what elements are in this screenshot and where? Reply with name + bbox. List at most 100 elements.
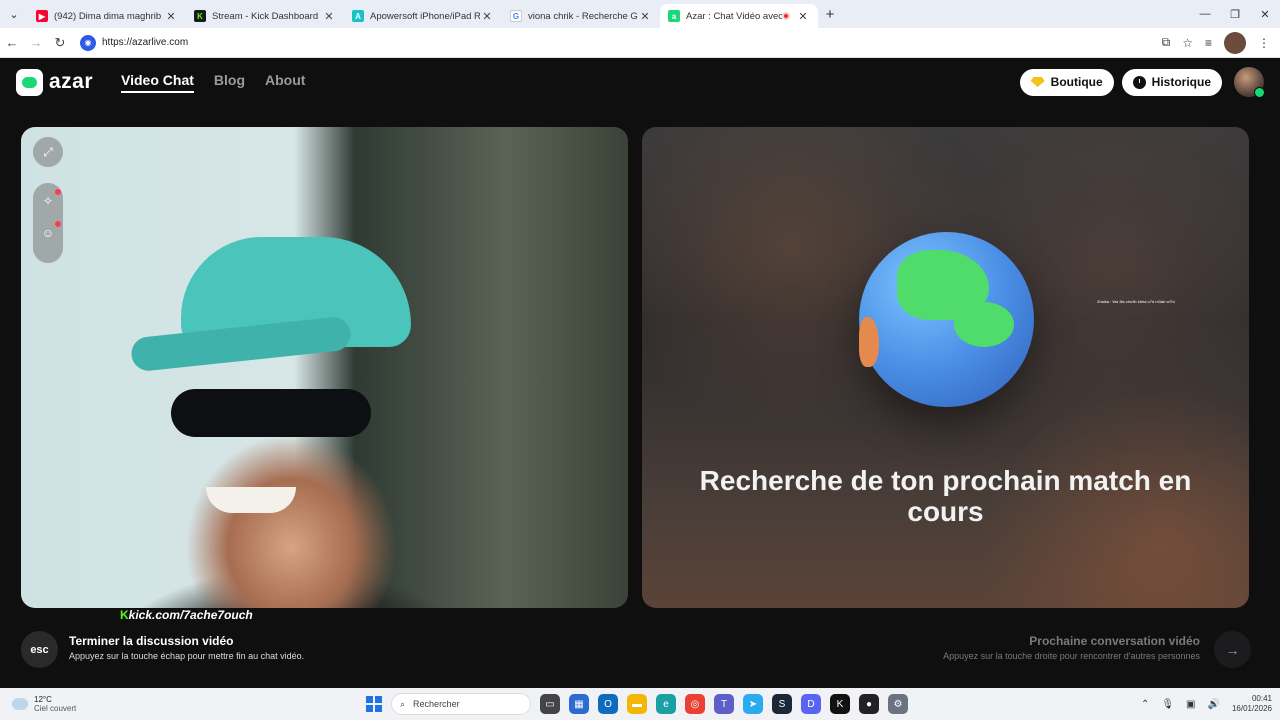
app-icon[interactable]: ▦ <box>569 694 589 714</box>
outlook-icon[interactable]: O <box>598 694 618 714</box>
kick-app-icon[interactable]: K <box>830 694 850 714</box>
windows-start-icon[interactable] <box>366 696 382 712</box>
browser-tab[interactable]: A Apowersoft iPhone/iPad Record ✕ <box>344 4 502 28</box>
end-chat-button[interactable]: esc <box>21 631 58 668</box>
nav-about[interactable]: About <box>265 72 305 93</box>
minimize-icon[interactable]: — <box>1190 0 1220 28</box>
windows-taskbar: 12°C Ciel couvert ⌕ Rechercher ▭ ▦ O ▬ e… <box>0 688 1280 720</box>
user-avatar[interactable] <box>1234 67 1265 98</box>
azar-icon: a <box>668 10 680 22</box>
taskbar-search[interactable]: ⌕ Rechercher <box>391 693 531 715</box>
youtube-icon: ▶ <box>36 10 48 22</box>
close-tab-icon[interactable]: ✕ <box>796 10 810 23</box>
end-chat-hint: Appuyez sur la touche échap pour mettre … <box>69 651 305 661</box>
settings-icon[interactable]: ⚙ <box>888 694 908 714</box>
weather-widget[interactable]: 12°C Ciel couvert <box>0 694 240 713</box>
close-tab-icon[interactable]: ✕ <box>480 10 494 23</box>
azar-logo[interactable]: azar <box>16 68 94 96</box>
expand-video-button[interactable]: ⤢ <box>33 137 63 167</box>
taskbar-clock[interactable]: 00:41 16/01/2026 <box>1232 694 1272 714</box>
telegram-icon[interactable]: ➤ <box>743 694 763 714</box>
obs-icon[interactable]: ● <box>859 694 879 714</box>
expand-icon: ⤢ <box>43 145 53 159</box>
volume-icon[interactable]: 🔊 <box>1208 699 1220 710</box>
boutique-label: Boutique <box>1050 75 1103 89</box>
site-info-icon[interactable]: ◉ <box>80 34 96 51</box>
tray-overflow-icon[interactable]: ⌃ <box>1141 699 1149 710</box>
tab-title: Azar : Chat Vidéo avec de <box>686 10 782 22</box>
taskbar-search-label: Rechercher <box>413 699 460 709</box>
nav-blog[interactable]: Blog <box>214 72 245 93</box>
new-tab-button[interactable]: + <box>818 6 842 23</box>
back-icon[interactable]: ← <box>0 35 24 50</box>
steam-icon[interactable]: S <box>772 694 792 714</box>
tab-title: Stream - Kick Dashboard <box>212 10 319 22</box>
browser-tab[interactable]: G viona chrik - Recherche Google ✕ <box>502 4 660 28</box>
teams-icon[interactable]: T <box>714 694 734 714</box>
azar-logo-icon <box>16 68 43 96</box>
close-tab-icon[interactable]: ✕ <box>164 10 178 23</box>
self-video-panel <box>21 127 628 608</box>
close-tab-icon[interactable]: ✕ <box>322 10 336 23</box>
logo-text: azar <box>49 70 94 93</box>
google-icon: G <box>510 10 522 22</box>
close-tab-icon[interactable]: ✕ <box>638 10 652 23</box>
weather-temp: 12°C <box>34 695 52 704</box>
browser-tab[interactable]: K Stream - Kick Dashboard ✕ <box>186 4 344 28</box>
profile-avatar-icon[interactable] <box>1224 31 1246 54</box>
kick-icon: K <box>194 10 206 22</box>
face-filter-icon[interactable]: ☺ <box>40 221 61 241</box>
site-header: azar Video Chat Blog About Boutique Hist… <box>0 58 1280 106</box>
partner-video-panel: Zhaika : Wa 3la cho3b kbira o7d m3ah w7h… <box>642 127 1249 608</box>
microphone-icon[interactable]: 🎙 <box>1161 699 1174 710</box>
browser-menu-icon[interactable]: ⋮ <box>1258 36 1270 50</box>
url-field[interactable]: https://azarlive.com <box>102 37 1162 48</box>
video-tools-group: ✧ ☺ <box>33 183 63 263</box>
browser-tab[interactable]: ▶ (942) Dima dima maghrib / Dim ✕ <box>28 4 186 28</box>
historique-button[interactable]: Historique <box>1121 68 1222 96</box>
bookmark-star-icon[interactable]: ☆ <box>1182 36 1193 50</box>
video-smile-shape <box>206 487 296 513</box>
recording-icon <box>782 12 790 20</box>
nav-video-chat[interactable]: Video Chat <box>121 72 194 93</box>
tab-search-dropdown-icon[interactable]: ⌄ <box>0 0 28 28</box>
video-glasses-shape <box>171 389 371 437</box>
install-app-icon[interactable]: ⧉ <box>1162 35 1171 50</box>
tab-title: Apowersoft iPhone/iPad Record <box>370 10 480 22</box>
browser-tab-active[interactable]: a Azar : Chat Vidéo avec de ✕ <box>660 4 818 28</box>
reload-icon[interactable]: ↻ <box>48 35 72 51</box>
network-icon[interactable]: ▣ <box>1186 699 1195 710</box>
system-tray: ⌃ 🎙 ▣ 🔊 00:41 16/01/2026 <box>1141 694 1272 714</box>
weather-desc: Ciel couvert <box>34 704 77 713</box>
close-window-icon[interactable]: ✕ <box>1250 0 1280 28</box>
clock-time: 00:41 <box>1251 694 1272 703</box>
chat-controls: esc Terminer la discussion vidéo Appuyez… <box>0 624 1280 674</box>
task-view-icon[interactable]: ▭ <box>540 694 560 714</box>
kick-watermark: Kkick.com/7ache7ouch <box>120 608 253 622</box>
apowersoft-icon: A <box>352 10 364 22</box>
weather-cloud-icon <box>12 694 28 710</box>
forward-icon[interactable]: → <box>24 35 48 50</box>
tab-title: (942) Dima dima maghrib / Dim <box>54 10 164 22</box>
next-chat-hint: Appuyez sur la touche droite pour rencon… <box>943 651 1200 661</box>
header-actions: Boutique Historique <box>1019 67 1265 98</box>
taskbar-apps: ⌕ Rechercher ▭ ▦ O ▬ e ◎ T ➤ S D K ● ⚙ <box>366 693 908 715</box>
globe-land <box>859 317 879 367</box>
next-chat-button[interactable]: → <box>1214 631 1251 668</box>
historique-label: Historique <box>1151 75 1211 89</box>
kick-url: kick.com/7ache7ouch <box>128 608 253 622</box>
browser-tab-bar: ⌄ ▶ (942) Dima dima maghrib / Dim ✕ K St… <box>0 0 1280 28</box>
reading-list-icon[interactable]: ≡ <box>1205 36 1212 50</box>
boutique-button[interactable]: Boutique <box>1019 68 1114 96</box>
kick-logo-icon: K <box>120 608 129 622</box>
end-chat-title: Terminer la discussion vidéo <box>69 634 234 648</box>
clock-date: 16/01/2026 <box>1231 704 1272 713</box>
discord-icon[interactable]: D <box>801 694 821 714</box>
chrome-icon[interactable]: ◎ <box>685 694 705 714</box>
magic-wand-icon[interactable]: ✧ <box>40 189 61 209</box>
maximize-icon[interactable]: ❐ <box>1220 0 1250 28</box>
tab-title: viona chrik - Recherche Google <box>528 10 638 22</box>
file-explorer-icon[interactable]: ▬ <box>627 694 647 714</box>
next-chat-title: Prochaine conversation vidéo <box>1029 634 1200 648</box>
edge-icon[interactable]: e <box>656 694 676 714</box>
